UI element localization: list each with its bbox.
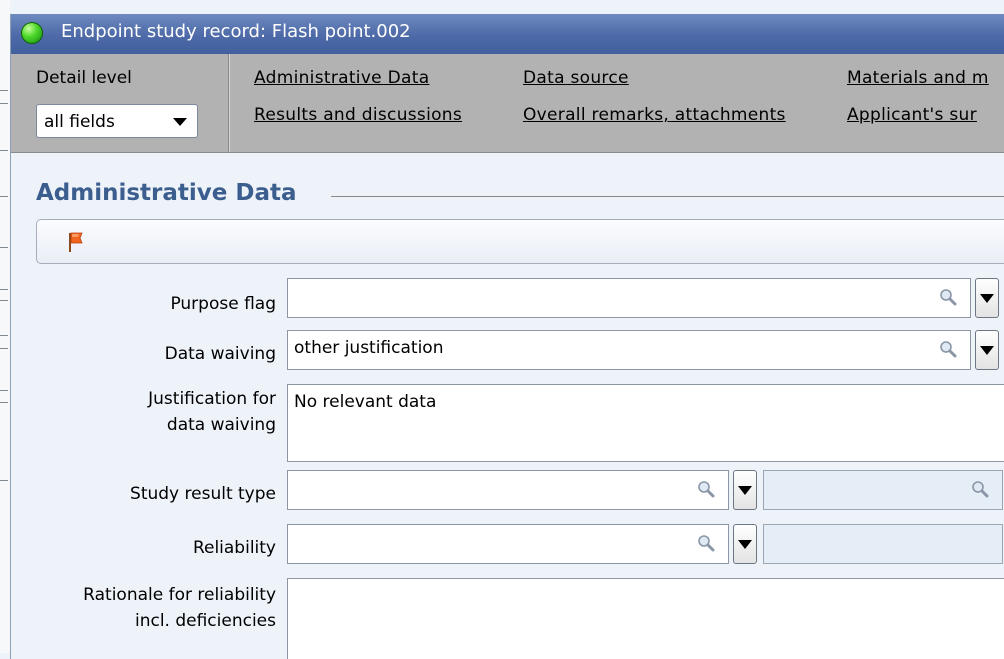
study-result-type-secondary-field[interactable] bbox=[763, 470, 1003, 510]
justification-label: Justification for data waiving bbox=[148, 386, 276, 438]
reliability-secondary-field[interactable] bbox=[763, 524, 1003, 564]
detail-level-label: Detail level bbox=[36, 68, 132, 88]
purpose-flag-label: Purpose flag bbox=[170, 294, 276, 314]
purpose-flag-dropdown-button[interactable] bbox=[975, 278, 999, 318]
purpose-flag-field[interactable] bbox=[287, 278, 971, 318]
window-titlebar[interactable]: Endpoint study record: Flash point.002 bbox=[11, 14, 1004, 54]
nav-link-applicants-summary[interactable]: Applicant's sur bbox=[847, 105, 977, 125]
rationale-label-line2: incl. deficiencies bbox=[134, 611, 276, 631]
rationale-label: Rationale for reliability incl. deficien… bbox=[83, 582, 276, 634]
detail-level-select[interactable]: all fields bbox=[36, 104, 198, 138]
reliability-dropdown-button[interactable] bbox=[733, 524, 757, 564]
section-divider bbox=[331, 196, 1004, 197]
data-waiving-value: other justification bbox=[294, 338, 444, 358]
data-waiving-label: Data waiving bbox=[164, 344, 276, 364]
study-record-window: Endpoint study record: Flash point.002 D… bbox=[10, 14, 1004, 659]
justification-label-line2: data waiving bbox=[166, 415, 276, 435]
reliability-field[interactable] bbox=[287, 524, 729, 564]
chevron-down-icon bbox=[173, 118, 187, 126]
chevron-down-icon bbox=[980, 294, 994, 303]
justification-textarea[interactable]: No relevant data bbox=[287, 384, 1004, 462]
nav-link-administrative-data[interactable]: Administrative Data bbox=[254, 68, 429, 88]
data-waiving-field[interactable]: other justification bbox=[287, 330, 971, 370]
background-window-edge bbox=[0, 0, 10, 653]
search-icon[interactable] bbox=[970, 479, 990, 499]
study-result-type-dropdown-button[interactable] bbox=[733, 470, 757, 510]
window-title: Endpoint study record: Flash point.002 bbox=[61, 21, 411, 42]
chevron-down-icon bbox=[738, 486, 752, 495]
section-title: Administrative Data bbox=[36, 180, 307, 206]
search-icon[interactable] bbox=[938, 287, 958, 307]
chevron-down-icon bbox=[980, 346, 994, 355]
nav-link-overall-remarks[interactable]: Overall remarks, attachments bbox=[523, 105, 786, 125]
section-navigation: Detail level all fields Administrative D… bbox=[11, 54, 1004, 153]
nav-link-results-and-discussions[interactable]: Results and discussions bbox=[254, 105, 462, 125]
search-icon[interactable] bbox=[696, 479, 716, 499]
reliability-label: Reliability bbox=[192, 538, 276, 558]
status-green-icon bbox=[21, 22, 43, 44]
study-result-type-field[interactable] bbox=[287, 470, 729, 510]
nav-link-data-source[interactable]: Data source bbox=[523, 68, 629, 88]
nav-link-materials-and-methods[interactable]: Materials and m bbox=[847, 68, 989, 88]
search-icon[interactable] bbox=[696, 533, 716, 553]
flag-icon[interactable] bbox=[67, 230, 91, 254]
chevron-down-icon bbox=[738, 540, 752, 549]
justification-value: No relevant data bbox=[294, 392, 437, 412]
search-icon[interactable] bbox=[938, 339, 958, 359]
detail-level-value: all fields bbox=[44, 112, 115, 132]
study-result-type-label: Study result type bbox=[130, 484, 276, 504]
nav-divider-highlight bbox=[229, 54, 230, 152]
rationale-textarea[interactable] bbox=[287, 578, 1004, 659]
justification-label-line1: Justification for bbox=[148, 389, 276, 409]
section-toolbar bbox=[36, 219, 1004, 264]
data-waiving-dropdown-button[interactable] bbox=[975, 330, 999, 370]
rationale-label-line1: Rationale for reliability bbox=[83, 585, 276, 605]
